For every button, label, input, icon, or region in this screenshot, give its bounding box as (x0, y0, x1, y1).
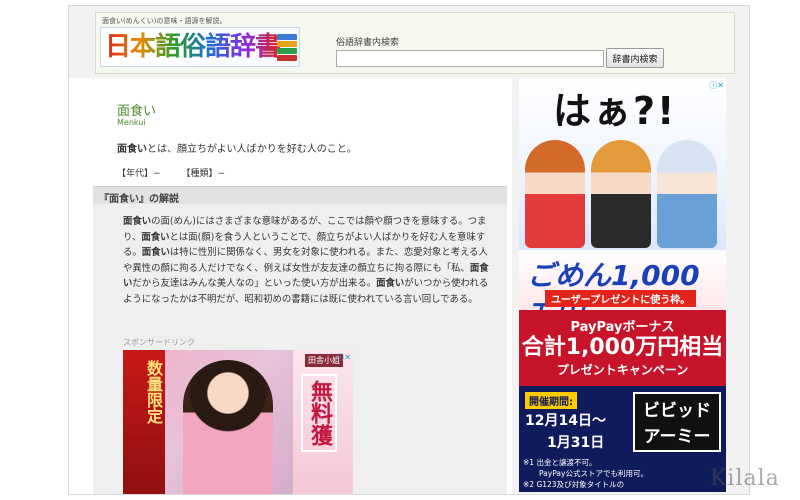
ad-period-label: 開催期間: (525, 392, 577, 409)
type-value: − (217, 169, 225, 179)
logo-text: 日本語俗語辞書 (105, 32, 281, 62)
entry-title: 面食い (117, 104, 157, 119)
type-label: 【種類】 (181, 169, 218, 179)
era-label: 【年代】 (117, 169, 154, 179)
ad-character-1 (525, 140, 585, 248)
page-frame: 面食い(めんくい)の意味・語源を解説。 日本語俗語辞書 俗語辞書内検索 辞書内検… (68, 5, 750, 495)
ad-note-1: ※1 出金と譲渡不可。 (523, 458, 597, 467)
main-content: 面食い Menkui 面食いとは、顔立ちがよい人ばかりを好む人のこと。 【年代】… (69, 78, 512, 494)
ad-date-end: 1月31日 (547, 435, 605, 451)
site-tagline: 面食い(めんくい)の意味・語源を解説。 (102, 17, 227, 25)
ad-period-section: 開催期間: 12月14日〜 1月31日 ビビッドアーミー (519, 386, 726, 456)
explanation-segment: は特に性別に関係なく、男女を対象に使われる。また、恋愛対象と考える人や異性の顔に… (123, 247, 488, 274)
ad-note-1b: PayPay公式ストアでも利用可。 (539, 469, 648, 478)
watermark: Kilala (710, 466, 780, 491)
search-input[interactable] (336, 50, 604, 67)
explanation-section: 面食いの面(めん)にはさまざまな意味があるが、ここでは顔や顔つきを意味する。つま… (93, 204, 507, 494)
ad-notes: ※1 出金と譲渡不可。 PayPay公式ストアでも利用可。 ※2 G123及び対… (519, 456, 726, 492)
ad-note-2: ※2 G123及び対象タイトルの (523, 480, 625, 489)
ad-character-3 (657, 140, 717, 248)
ad-gomen-sub: ユーザープレゼントに使う枠。 (545, 290, 697, 307)
definition-word: 面食い (117, 144, 147, 155)
ad-character-image (183, 360, 273, 494)
ad-limited-text: 数量限定 (144, 360, 163, 424)
site-header: 面食い(めんくい)の意味・語源を解説。 日本語俗語辞書 俗語辞書内検索 辞書内検… (95, 12, 735, 74)
explanation-segment: だから友達はみんな美人なの」といった使い方が出来る。 (132, 278, 377, 289)
ad-free-text: 無料獲 (301, 374, 337, 452)
sponsor-label: スポンサードリンク (123, 338, 195, 347)
explanation-bold-word: 面食い (141, 231, 170, 243)
explanation-bold-word: 面食い (376, 278, 405, 289)
ad-top-section: はぁ?! (519, 78, 726, 250)
ad-gomen-section: ごめん1,000万円 ユーザープレゼントに使う枠。 (519, 250, 726, 332)
explanation-bold-word: 面食い (141, 247, 170, 258)
ad-paypay-section: PayPayボーナス 合計1,000万円相当 プレゼントキャンペーン (519, 310, 726, 386)
type-field: 【種類】− (181, 169, 225, 179)
entry-meta: 【年代】− 【種類】− (117, 166, 243, 179)
era-value: − (153, 169, 161, 179)
explanation-heading: 『面食い』の解説 (93, 186, 507, 205)
site-logo[interactable]: 日本語俗語辞書 (100, 27, 300, 67)
ad-headline: はぁ?! (553, 89, 677, 133)
search-button[interactable]: 辞書内検索 (606, 48, 664, 68)
ad-paypay-title: PayPayボーナス (570, 320, 675, 335)
entry-romaji: Menkui (117, 118, 146, 127)
ad-paypay-campaign: プレゼントキャンペーン (556, 363, 689, 377)
books-icon (277, 34, 297, 61)
right-ad-banner[interactable]: ⓘ✕ はぁ?! ごめん1,000万円 ユーザープレゼントに使う枠。 PayPay… (519, 78, 726, 492)
search-label: 俗語辞書内検索 (336, 38, 400, 48)
adchoices-icon[interactable]: ⓘ✕ (709, 80, 724, 91)
ad-character-2 (591, 140, 651, 248)
left-ad-banner[interactable]: 数量限定 田舎小姐 無料獲 ⓘ✕ (123, 350, 353, 494)
ad-paypay-amount: 合計1,000万円相当 (521, 335, 724, 360)
entry-definition: 面食いとは、顔立ちがよい人ばかりを好む人のこと。 (117, 140, 357, 155)
explanation-text: 面食いの面(めん)にはさまざまな意味があるが、ここでは顔や顔つきを意味する。つま… (123, 214, 491, 307)
era-field: 【年代】− (117, 169, 161, 179)
explanation-bold-word: 面食い (123, 216, 152, 227)
definition-text: とは、顔立ちがよい人ばかりを好む人のこと。 (147, 144, 357, 155)
adchoices-icon[interactable]: ⓘ✕ (336, 352, 351, 363)
ad-brand-logo: ビビッドアーミー (633, 392, 721, 452)
ad-date-start: 12月14日〜 (525, 413, 606, 429)
